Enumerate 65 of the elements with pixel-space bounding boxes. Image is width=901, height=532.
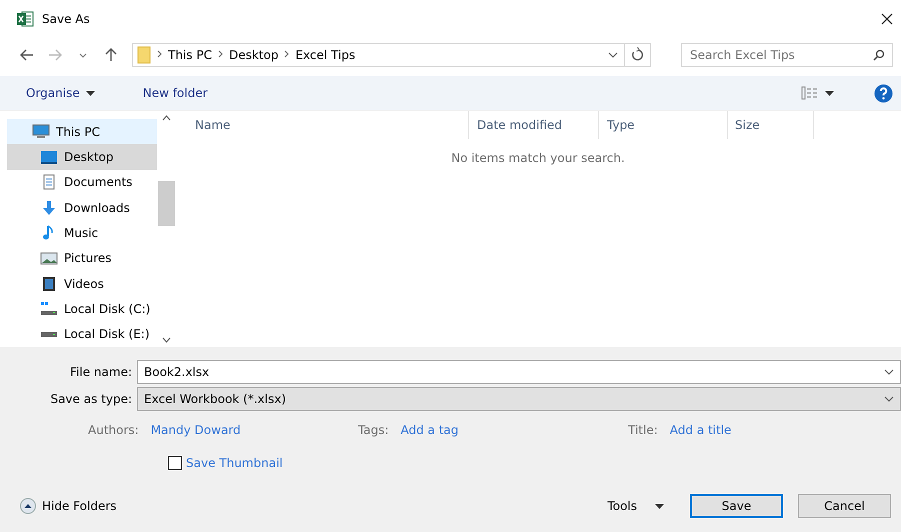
film-icon bbox=[40, 276, 58, 292]
checkbox-label[interactable]: Save Thumbnail bbox=[186, 456, 283, 470]
breadcrumb-item[interactable]: Desktop bbox=[228, 48, 278, 62]
address-bar[interactable]: This PC Desktop Excel Tips bbox=[132, 43, 651, 67]
field-label: Save as type: bbox=[49, 392, 133, 406]
sidebar-item[interactable]: Pictures bbox=[7, 246, 157, 271]
arrow-up-icon bbox=[105, 48, 117, 62]
file-name-field[interactable]: Book2.xlsx bbox=[137, 360, 901, 384]
field-label: File name: bbox=[69, 364, 133, 378]
scrollbar-thumb[interactable] bbox=[158, 181, 174, 226]
arrow-left-icon bbox=[20, 49, 34, 61]
monitor-icon bbox=[40, 148, 58, 165]
column-header[interactable]: Type bbox=[599, 111, 728, 139]
drive-icon bbox=[40, 330, 58, 338]
column-header[interactable]: Date modified bbox=[469, 111, 599, 139]
search-field[interactable]: Search Excel Tips bbox=[681, 43, 893, 67]
drive-icon bbox=[40, 300, 58, 317]
breadcrumb-item[interactable]: This PC bbox=[168, 48, 212, 62]
sidebar-item[interactable]: Documents bbox=[7, 170, 157, 195]
chevron-down-icon bbox=[79, 52, 87, 58]
metadata-label: Tags: bbox=[358, 423, 389, 437]
chevron-down-icon bbox=[884, 368, 894, 374]
computer-icon bbox=[32, 124, 50, 140]
metadata-link[interactable]: Add a title bbox=[670, 423, 732, 437]
folder-icon bbox=[137, 46, 151, 64]
image-icon bbox=[40, 250, 58, 266]
sidebar-item[interactable]: Local Disk (C:) bbox=[7, 296, 157, 322]
metadata-label: Title: bbox=[628, 423, 658, 437]
spreadsheet-app-icon bbox=[16, 11, 34, 27]
checkbox[interactable] bbox=[168, 456, 182, 470]
chevron-down-icon bbox=[608, 52, 618, 58]
column-header[interactable]: Name bbox=[175, 111, 469, 139]
empty-message: No items match your search. bbox=[450, 151, 626, 165]
new-folder-button[interactable]: New folder bbox=[134, 82, 216, 104]
list-view-icon bbox=[801, 86, 819, 100]
metadata-link[interactable]: Add a tag bbox=[400, 423, 458, 437]
scroll-up-icon[interactable] bbox=[162, 115, 170, 121]
chevron-down-icon bbox=[884, 396, 894, 402]
sidebar-item[interactable]: Videos bbox=[7, 270, 157, 296]
tools-button[interactable]: Tools bbox=[601, 498, 670, 514]
cancel-button[interactable]: Cancel bbox=[798, 494, 891, 518]
caret-icon bbox=[825, 90, 834, 96]
arrow-right-icon bbox=[48, 49, 62, 61]
sidebar-item[interactable]: Local Disk (E:) bbox=[7, 322, 157, 347]
metadata-label: Authors: bbox=[88, 423, 139, 437]
sidebar-item[interactable]: This PC bbox=[7, 119, 157, 144]
close-icon[interactable] bbox=[881, 13, 893, 25]
file-type-dropdown[interactable]: Excel Workbook (*.xlsx) bbox=[137, 386, 901, 410]
collapse-icon bbox=[20, 498, 36, 514]
breadcrumb-item[interactable]: Excel Tips bbox=[295, 48, 356, 62]
download-icon bbox=[40, 200, 58, 216]
caret-icon bbox=[86, 90, 95, 96]
metadata-link[interactable]: Mandy Doward bbox=[150, 423, 241, 437]
search-icon bbox=[873, 49, 885, 61]
caret-icon bbox=[655, 504, 664, 508]
column-header[interactable]: Size bbox=[728, 111, 814, 139]
save-button[interactable]: Save bbox=[690, 494, 783, 518]
organise-button[interactable]: Organise bbox=[18, 82, 103, 104]
sidebar-item[interactable]: Desktop bbox=[7, 144, 157, 170]
hide-folders-button[interactable]: Hide Folders bbox=[20, 498, 117, 514]
scroll-down-icon[interactable] bbox=[162, 337, 170, 343]
sidebar-item[interactable]: Downloads bbox=[7, 194, 157, 220]
sidebar-item[interactable]: Music bbox=[7, 220, 157, 246]
help-icon[interactable] bbox=[874, 84, 893, 102]
window-title: Save As bbox=[42, 12, 91, 26]
